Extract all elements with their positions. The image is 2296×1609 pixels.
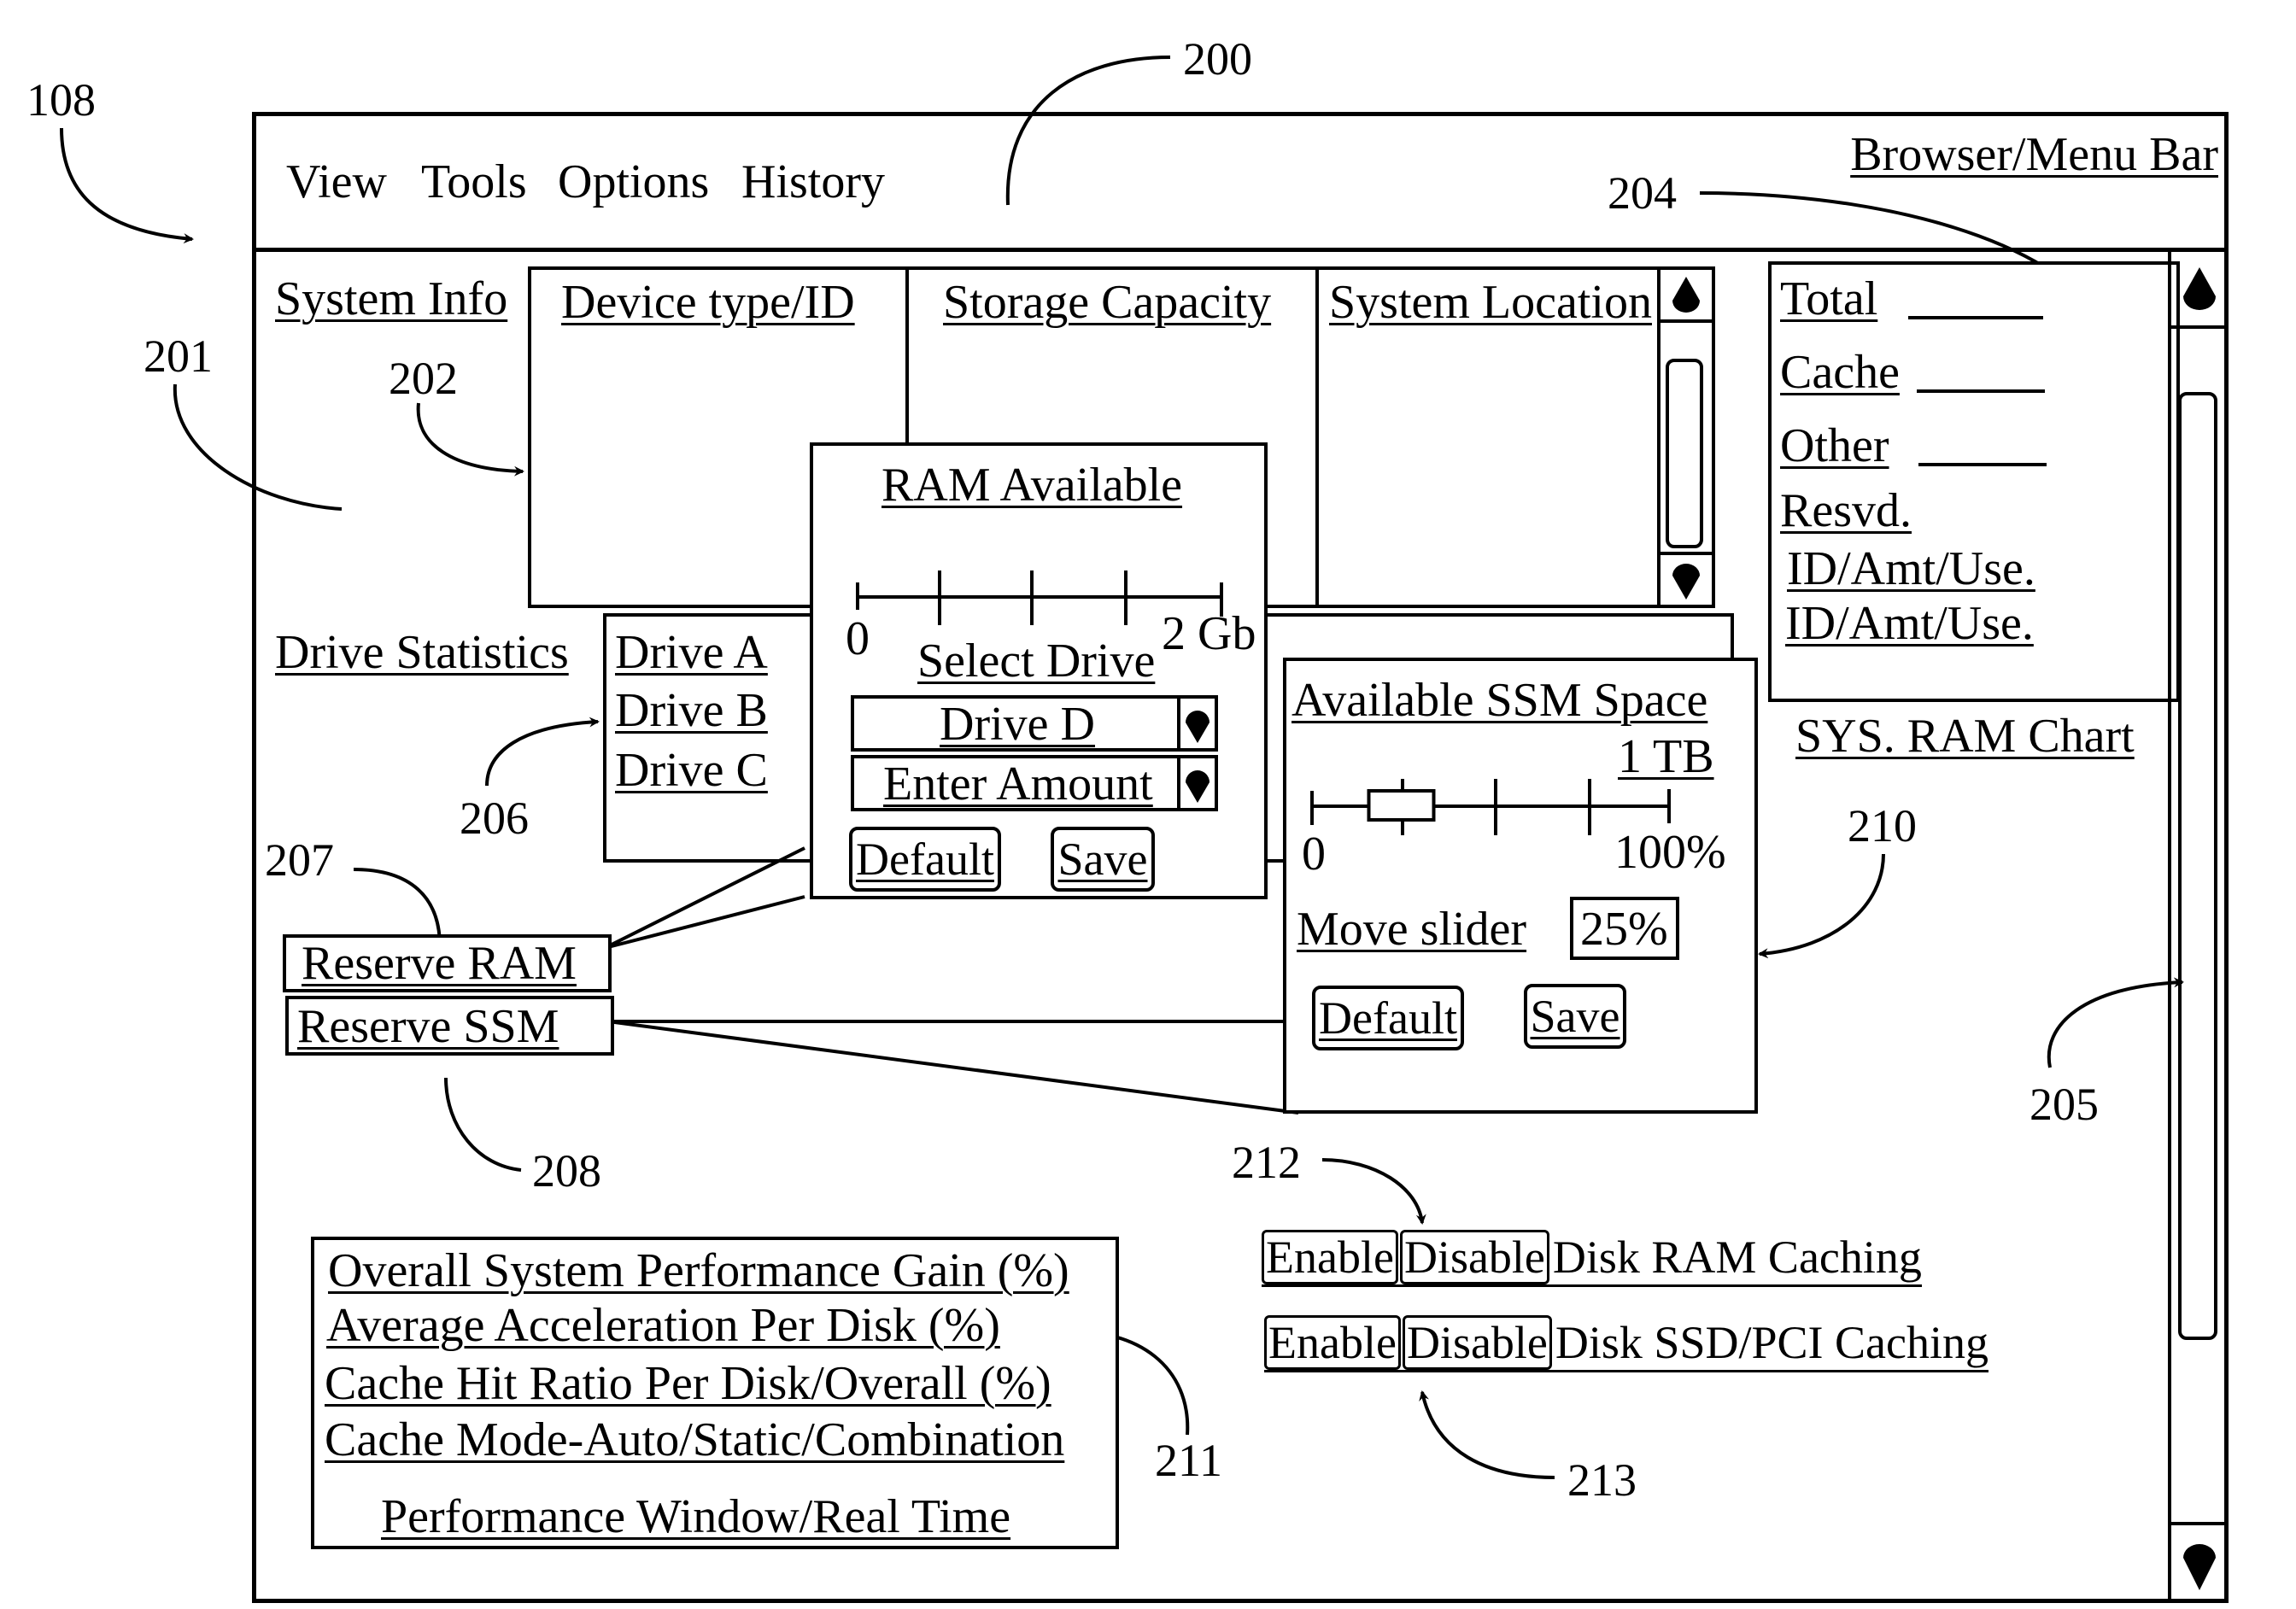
sys-ram-chart: Total Cache Other Resvd. ID/Amt/Use. ID/… — [1768, 261, 2180, 702]
main-scroll-thumb[interactable] — [2178, 392, 2217, 1340]
ssm-default-button[interactable]: Default — [1312, 986, 1464, 1050]
ram-available-popup: RAM Available 0 2 Gb Select Drive Drive … — [810, 442, 1268, 899]
disk-ssd-enable-button[interactable]: Enable — [1264, 1315, 1401, 1370]
reserve-ssm-label: Reserve SSM — [297, 1000, 559, 1053]
reserve-ssm-button[interactable]: Reserve SSM — [285, 996, 614, 1056]
drive-item-b[interactable]: Drive B — [615, 687, 768, 734]
ram-total-value — [1908, 316, 2043, 319]
ram-scale-max: 2 Gb — [1162, 607, 1256, 660]
menu-item-view[interactable]: View — [286, 158, 387, 206]
disk-ssd-caching-label: Disk SSD/PCI Caching — [1555, 1317, 1988, 1368]
drive-select-dropdown-button[interactable] — [1177, 699, 1215, 748]
ref-200: 200 — [1183, 33, 1252, 85]
disk-ram-enable-button[interactable]: Enable — [1262, 1230, 1398, 1284]
performance-item[interactable]: Average Acceleration Per Disk (%) — [326, 1302, 1000, 1349]
reserve-ram-button[interactable]: Reserve RAM — [283, 934, 612, 992]
select-drive-label: Select Drive — [917, 635, 1156, 687]
ram-save-button[interactable]: Save — [1051, 827, 1155, 892]
column-header-device-type[interactable]: Device type/ID — [561, 278, 855, 326]
drive-select[interactable]: Drive D — [851, 695, 1218, 752]
ram-scale-min: 0 — [846, 612, 870, 665]
sys-ram-chart-caption: SYS. RAM Chart — [1795, 710, 2135, 763]
main-scroll-up-button[interactable] — [2171, 252, 2229, 329]
menu-item-options[interactable]: Options — [558, 158, 709, 206]
drive-item-a[interactable]: Drive A — [615, 629, 768, 676]
ram-reserved-entry[interactable]: ID/Amt/Use. — [1787, 545, 2035, 593]
ram-reserved-label: Resvd. — [1780, 484, 1912, 537]
slider-value-field[interactable]: 25% — [1570, 897, 1679, 960]
arrow-up-icon — [2183, 267, 2216, 310]
amount-input[interactable]: Enter Amount — [851, 755, 1218, 811]
performance-window: Overall System Performance Gain (%) Aver… — [311, 1237, 1119, 1549]
arrow-up-icon — [1672, 277, 1700, 313]
ssm-save-button[interactable]: Save — [1524, 984, 1626, 1049]
disk-ssd-disable-button[interactable]: Disable — [1402, 1315, 1552, 1370]
ssm-scale-min: 0 — [1302, 828, 1326, 881]
ssm-scale-max: 100% — [1614, 826, 1726, 879]
performance-window-title: Performance Window/Real Time — [381, 1490, 1011, 1543]
table-scrollbar[interactable] — [1657, 270, 1712, 605]
ssm-space-popup: Available SSM Space 1 TB 0 100% Move sli… — [1283, 658, 1758, 1114]
ram-cache-label: Cache — [1780, 346, 1900, 399]
performance-item[interactable]: Overall System Performance Gain (%) — [328, 1247, 1069, 1295]
performance-item[interactable]: Cache Mode-Auto/Static/Combination — [325, 1416, 1064, 1464]
slider-value: 25% — [1580, 903, 1668, 956]
column-header-storage-capacity[interactable]: Storage Capacity — [943, 278, 1271, 326]
ref-108: 108 — [26, 74, 96, 126]
reserve-ram-label: Reserve RAM — [302, 937, 577, 990]
menu-bar: View Tools Options History Browser/Menu … — [252, 112, 2229, 252]
amount-input-placeholder: Enter Amount — [883, 758, 1153, 810]
arrow-down-icon — [2183, 1544, 2216, 1590]
table-scroll-up-button[interactable] — [1660, 270, 1712, 323]
ram-reserved-entry[interactable]: ID/Amt/Use. — [1785, 600, 2034, 647]
arrow-down-icon — [1672, 564, 1700, 600]
ram-cache-value — [1917, 389, 2045, 393]
amount-dropdown-button[interactable] — [1177, 758, 1215, 808]
main-scroll-down-button[interactable] — [2171, 1522, 2229, 1603]
performance-item[interactable]: Cache Hit Ratio Per Disk/Overall (%) — [325, 1360, 1051, 1407]
drive-statistics-label: Drive Statistics — [275, 626, 569, 679]
drive-item-c[interactable]: Drive C — [615, 746, 768, 794]
column-header-system-location[interactable]: System Location — [1329, 278, 1652, 326]
ram-default-button[interactable]: Default — [849, 827, 1001, 892]
disk-ram-disable-button[interactable]: Disable — [1399, 1230, 1549, 1284]
column-system-location: System Location — [1319, 270, 1660, 605]
table-scroll-down-button[interactable] — [1660, 552, 1712, 605]
ssm-slider-thumb[interactable] — [1367, 789, 1436, 822]
ram-other-value — [1918, 463, 2047, 466]
ram-other-label: Other — [1780, 419, 1889, 472]
move-slider-label: Move slider — [1297, 903, 1527, 956]
leader-108 — [60, 127, 194, 244]
ram-total-label: Total — [1780, 272, 1878, 325]
main-scrollbar[interactable] — [2168, 252, 2229, 1603]
drive-select-value: Drive D — [940, 698, 1095, 751]
ssm-slider[interactable] — [1286, 661, 1761, 917]
disk-ram-caching-row: Enable Disable Disk RAM Caching — [1262, 1230, 1922, 1287]
menu-item-tools[interactable]: Tools — [421, 158, 527, 206]
table-scroll-thumb[interactable] — [1666, 359, 1703, 548]
ref-201: 201 — [144, 331, 213, 382]
browser-menu-bar-title: Browser/Menu Bar — [1850, 128, 2218, 181]
menu-item-history[interactable]: History — [741, 158, 885, 206]
disk-ram-caching-label: Disk RAM Caching — [1552, 1232, 1922, 1283]
chevron-down-icon — [1186, 711, 1210, 743]
chevron-down-icon — [1186, 770, 1210, 803]
system-info-label: System Info — [275, 272, 508, 325]
disk-ssd-caching-row: Enable Disable Disk SSD/PCI Caching — [1264, 1315, 1988, 1372]
